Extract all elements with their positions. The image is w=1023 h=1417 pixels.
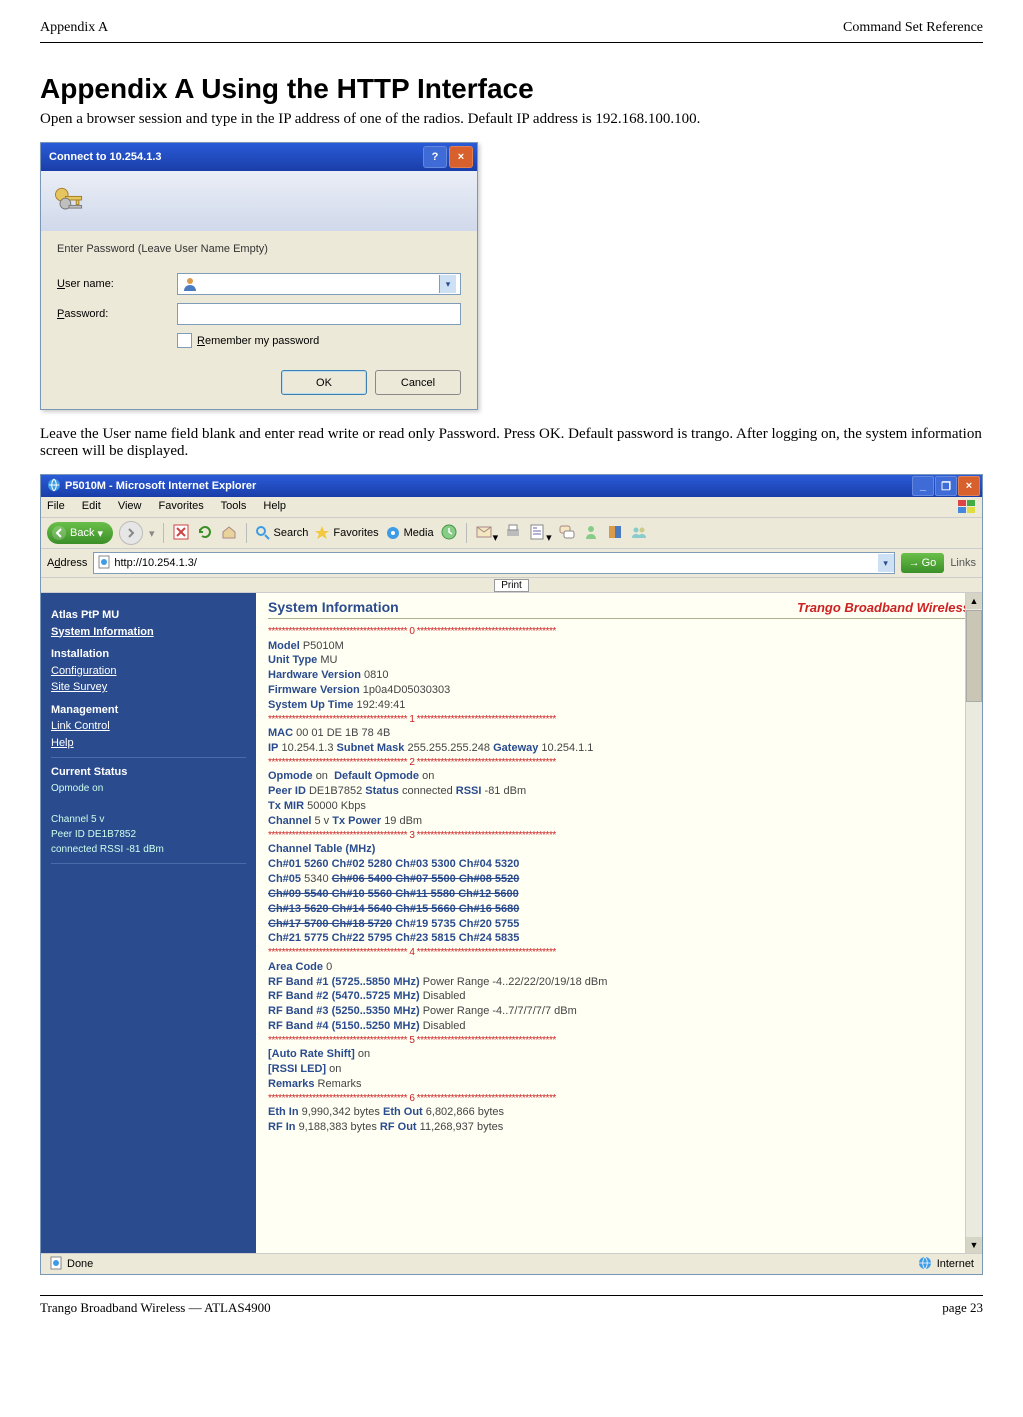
ok-button[interactable]: OK bbox=[281, 370, 367, 395]
password-input[interactable] bbox=[177, 303, 461, 325]
content-heading: System Information bbox=[268, 599, 399, 615]
close-button[interactable]: × bbox=[449, 146, 473, 168]
after-login-text: Leave the User name field blank and ente… bbox=[40, 426, 983, 460]
footer-right: page 23 bbox=[942, 1300, 983, 1316]
zone-text: Internet bbox=[937, 1258, 974, 1270]
dialog-title: Connect to 10.254.1.3 bbox=[49, 151, 162, 163]
sidebar-product: Atlas PtP MU bbox=[51, 607, 246, 624]
back-button[interactable]: Back ▾ bbox=[47, 522, 113, 544]
menu-view[interactable]: View bbox=[118, 500, 142, 512]
research-icon[interactable] bbox=[606, 523, 624, 544]
intro-text: Open a browser session and type in the I… bbox=[40, 111, 983, 128]
maximize-button[interactable]: ❐ bbox=[935, 476, 957, 496]
address-input[interactable]: http://10.254.1.3/ ▾ bbox=[93, 552, 894, 574]
address-label: Address bbox=[47, 557, 87, 569]
messenger-icon[interactable] bbox=[582, 523, 600, 544]
page-content: Atlas PtP MU System Information Installa… bbox=[41, 593, 982, 1253]
header-left: Appendix A bbox=[40, 20, 108, 36]
header-right: Command Set Reference bbox=[843, 20, 983, 36]
search-button[interactable]: Search bbox=[255, 525, 309, 541]
address-bar: Address http://10.254.1.3/ ▾ → Go Links bbox=[41, 549, 982, 578]
chevron-down-icon[interactable]: ▾ bbox=[439, 275, 456, 293]
discuss-icon[interactable] bbox=[558, 523, 576, 544]
menu-favorites[interactable]: Favorites bbox=[159, 500, 204, 512]
sidebar-item-linkctrl[interactable]: Link Control bbox=[51, 718, 246, 735]
page-footer: Trango Broadband Wireless — ATLAS4900 pa… bbox=[40, 1295, 983, 1316]
print-icon[interactable] bbox=[504, 523, 522, 544]
remember-checkbox[interactable] bbox=[177, 333, 192, 348]
sidebar-installation: Installation bbox=[51, 646, 246, 663]
login-dialog: Connect to 10.254.1.3 ? × Enter Password… bbox=[40, 142, 478, 410]
menu-tools[interactable]: Tools bbox=[221, 500, 247, 512]
status-opmode: Opmode on bbox=[51, 781, 246, 796]
system-info-block: ****************************************… bbox=[268, 625, 970, 1135]
keys-icon bbox=[51, 182, 87, 221]
sidebar-item-survey[interactable]: Site Survey bbox=[51, 679, 246, 696]
username-label: UUser name:ser name: bbox=[57, 278, 177, 290]
scroll-up-icon[interactable]: ▲ bbox=[966, 593, 982, 609]
scroll-thumb[interactable] bbox=[966, 610, 982, 702]
main-panel: System Information Trango Broadband Wire… bbox=[256, 593, 982, 1253]
browser-title: P5010M - Microsoft Internet Explorer bbox=[65, 480, 256, 492]
favorites-button[interactable]: Favorites bbox=[314, 525, 378, 541]
refresh-icon[interactable] bbox=[196, 523, 214, 544]
url-dropdown-icon[interactable]: ▾ bbox=[878, 554, 894, 572]
browser-window: P5010M - Microsoft Internet Explorer _ ❐… bbox=[40, 474, 983, 1275]
browser-toolbar: Back ▾ ▾ Search Favorites Media ▾ ▾ bbox=[41, 518, 982, 549]
status-rssi: connected RSSI -81 dBm bbox=[51, 842, 246, 857]
go-button[interactable]: → Go bbox=[901, 553, 945, 573]
groups-icon[interactable] bbox=[630, 523, 648, 544]
status-channel: Channel 5 v bbox=[51, 812, 246, 827]
scroll-down-icon[interactable]: ▼ bbox=[966, 1237, 982, 1253]
menu-edit[interactable]: Edit bbox=[82, 500, 101, 512]
url-text: http://10.254.1.3/ bbox=[114, 557, 197, 569]
minimize-button[interactable]: _ bbox=[912, 476, 934, 496]
dialog-titlebar: Connect to 10.254.1.3 ? × bbox=[41, 143, 477, 171]
menu-file[interactable]: File bbox=[47, 500, 65, 512]
login-prompt: Enter Password (Leave User Name Empty) bbox=[57, 243, 461, 255]
stop-icon[interactable] bbox=[172, 523, 190, 544]
home-icon[interactable] bbox=[220, 523, 238, 544]
help-button[interactable]: ? bbox=[423, 146, 447, 168]
cancel-button[interactable]: Cancel bbox=[375, 370, 461, 395]
status-peerid: Peer ID DE1B7852 bbox=[51, 827, 246, 842]
nav-sidebar: Atlas PtP MU System Information Installa… bbox=[41, 593, 256, 1253]
internet-zone-icon bbox=[918, 1256, 932, 1273]
page-header: Appendix A Command Set Reference bbox=[40, 20, 983, 43]
sidebar-item-config[interactable]: Configuration bbox=[51, 663, 246, 680]
close-window-button[interactable]: × bbox=[958, 476, 980, 496]
media-button[interactable]: Media bbox=[385, 525, 434, 541]
menu-help[interactable]: Help bbox=[263, 500, 286, 512]
brand-text: Trango Broadband Wireless bbox=[797, 600, 970, 615]
status-text: Done bbox=[67, 1258, 93, 1270]
footer-left: Trango Broadband Wireless — ATLAS4900 bbox=[40, 1300, 271, 1316]
username-input[interactable]: ▾ bbox=[177, 273, 461, 295]
password-label: Password: bbox=[57, 308, 177, 320]
links-label[interactable]: Links bbox=[950, 557, 976, 569]
sidebar-current-status: Current Status bbox=[51, 764, 246, 781]
edit-icon[interactable]: ▾ bbox=[528, 523, 552, 544]
sidebar-management: Management bbox=[51, 702, 246, 719]
browser-titlebar: P5010M - Microsoft Internet Explorer _ ❐… bbox=[41, 475, 982, 497]
remember-label: Remember my password bbox=[197, 335, 319, 347]
dialog-banner bbox=[41, 171, 477, 231]
windows-flag-icon bbox=[958, 500, 976, 514]
sidebar-item-sysinfo[interactable]: System Information bbox=[51, 624, 246, 641]
user-icon bbox=[182, 276, 198, 292]
mail-icon[interactable]: ▾ bbox=[475, 523, 499, 544]
history-icon[interactable] bbox=[440, 523, 458, 544]
forward-button[interactable] bbox=[119, 521, 143, 545]
sidebar-item-help[interactable]: Help bbox=[51, 735, 246, 752]
done-icon bbox=[49, 1256, 63, 1273]
browser-statusbar: Done Internet bbox=[41, 1253, 982, 1274]
ie-icon bbox=[47, 478, 61, 495]
print-button[interactable]: Print bbox=[494, 579, 529, 592]
vertical-scrollbar[interactable]: ▲ ▼ bbox=[965, 593, 982, 1253]
page-title: Appendix A Using the HTTP Interface bbox=[40, 73, 983, 105]
page-icon bbox=[97, 555, 111, 572]
browser-menubar: File Edit View Favorites Tools Help bbox=[41, 497, 982, 518]
